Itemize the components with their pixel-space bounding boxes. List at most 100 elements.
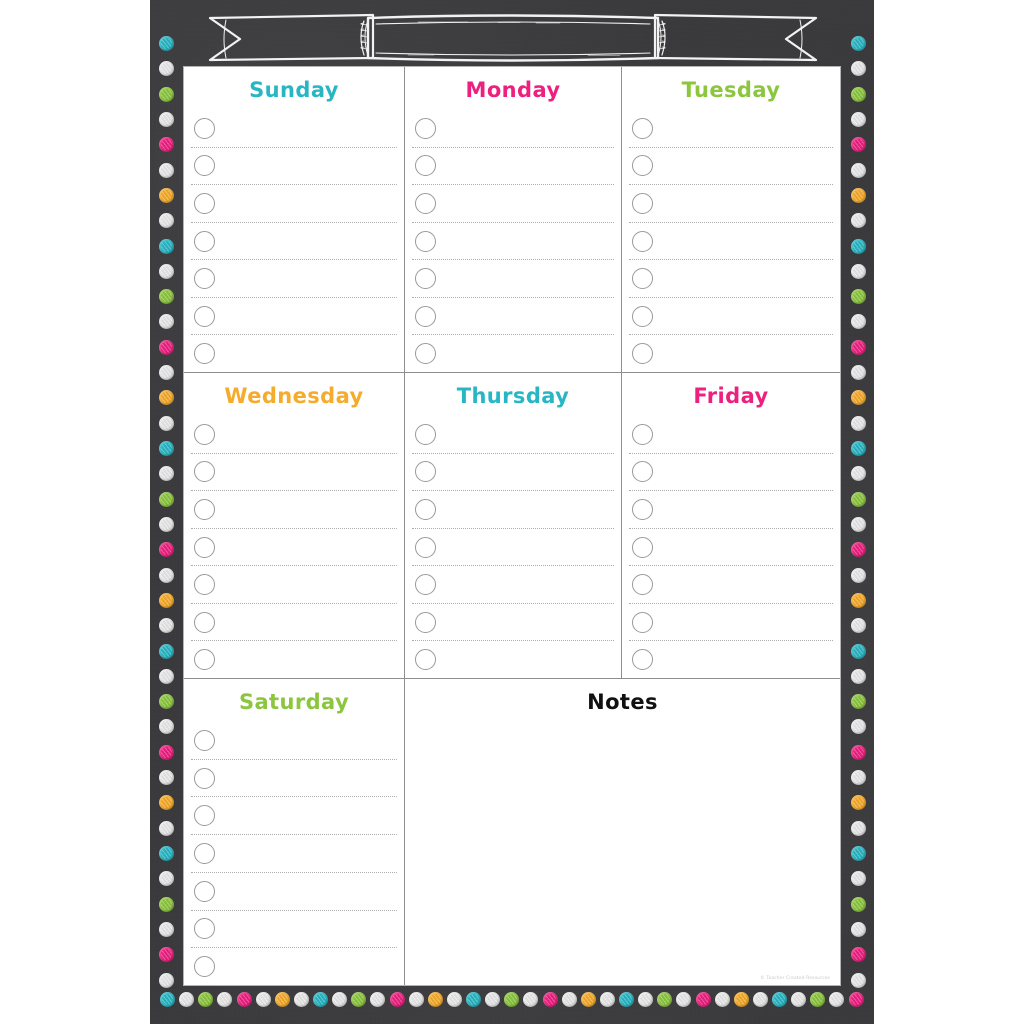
checkbox-circle-icon[interactable] <box>194 574 215 596</box>
task-write-line[interactable] <box>215 722 397 759</box>
task-row[interactable] <box>629 260 833 298</box>
checkbox-circle-icon[interactable] <box>632 498 653 520</box>
task-write-line[interactable] <box>215 491 397 528</box>
task-write-line[interactable] <box>436 641 614 678</box>
task-write-line[interactable] <box>653 223 833 260</box>
checkbox-circle-icon[interactable] <box>632 574 653 596</box>
checkbox-circle-icon[interactable] <box>415 461 436 483</box>
checkbox-circle-icon[interactable] <box>415 423 436 445</box>
task-write-line[interactable] <box>436 185 614 222</box>
day-cell-tuesday[interactable]: Tuesday <box>622 67 840 372</box>
task-row[interactable] <box>412 223 614 261</box>
day-cell-friday[interactable]: Friday <box>622 373 840 678</box>
checkbox-circle-icon[interactable] <box>194 117 215 139</box>
task-write-line[interactable] <box>215 948 397 985</box>
task-row[interactable] <box>412 416 614 454</box>
notes-cell[interactable]: Notes <box>405 679 840 985</box>
task-write-line[interactable] <box>215 566 397 603</box>
task-row[interactable] <box>412 529 614 567</box>
day-cell-thursday[interactable]: Thursday <box>405 373 622 678</box>
task-row[interactable] <box>412 566 614 604</box>
task-row[interactable] <box>629 566 833 604</box>
task-write-line[interactable] <box>436 604 614 641</box>
checkbox-circle-icon[interactable] <box>415 343 436 365</box>
task-row[interactable] <box>412 454 614 492</box>
task-row[interactable] <box>629 454 833 492</box>
task-row[interactable] <box>191 911 397 949</box>
task-write-line[interactable] <box>215 416 397 453</box>
task-row[interactable] <box>191 416 397 454</box>
task-write-line[interactable] <box>215 335 397 372</box>
checkbox-circle-icon[interactable] <box>632 155 653 177</box>
task-write-line[interactable] <box>653 454 833 491</box>
task-write-line[interactable] <box>215 873 397 910</box>
checkbox-circle-icon[interactable] <box>415 498 436 520</box>
task-write-line[interactable] <box>215 604 397 641</box>
task-row[interactable] <box>191 641 397 678</box>
task-write-line[interactable] <box>215 835 397 872</box>
task-write-line[interactable] <box>653 298 833 335</box>
checkbox-circle-icon[interactable] <box>415 649 436 671</box>
task-write-line[interactable] <box>436 491 614 528</box>
task-write-line[interactable] <box>436 148 614 185</box>
task-write-line[interactable] <box>653 491 833 528</box>
checkbox-circle-icon[interactable] <box>194 880 215 902</box>
task-write-line[interactable] <box>215 911 397 948</box>
checkbox-circle-icon[interactable] <box>632 192 653 214</box>
day-cell-monday[interactable]: Monday <box>405 67 622 372</box>
day-cell-saturday[interactable]: Saturday <box>184 679 405 985</box>
task-row[interactable] <box>191 491 397 529</box>
task-write-line[interactable] <box>653 566 833 603</box>
task-row[interactable] <box>629 185 833 223</box>
task-row[interactable] <box>191 260 397 298</box>
task-row[interactable] <box>191 948 397 985</box>
task-write-line[interactable] <box>653 604 833 641</box>
checkbox-circle-icon[interactable] <box>632 268 653 290</box>
task-write-line[interactable] <box>436 529 614 566</box>
task-write-line[interactable] <box>215 641 397 678</box>
task-row[interactable] <box>191 529 397 567</box>
checkbox-circle-icon[interactable] <box>194 767 215 789</box>
checkbox-circle-icon[interactable] <box>632 461 653 483</box>
checkbox-circle-icon[interactable] <box>415 268 436 290</box>
task-row[interactable] <box>191 760 397 798</box>
task-write-line[interactable] <box>653 335 833 372</box>
day-cell-wednesday[interactable]: Wednesday <box>184 373 405 678</box>
task-write-line[interactable] <box>436 454 614 491</box>
checkbox-circle-icon[interactable] <box>194 649 215 671</box>
task-row[interactable] <box>629 529 833 567</box>
task-row[interactable] <box>412 604 614 642</box>
task-row[interactable] <box>191 298 397 336</box>
task-row[interactable] <box>191 148 397 186</box>
task-write-line[interactable] <box>653 185 833 222</box>
task-write-line[interactable] <box>653 416 833 453</box>
task-write-line[interactable] <box>215 110 397 147</box>
task-write-line[interactable] <box>215 760 397 797</box>
task-write-line[interactable] <box>436 566 614 603</box>
task-row[interactable] <box>629 298 833 336</box>
task-write-line[interactable] <box>436 223 614 260</box>
task-write-line[interactable] <box>215 454 397 491</box>
task-row[interactable] <box>412 335 614 372</box>
task-write-line[interactable] <box>653 110 833 147</box>
task-row[interactable] <box>629 110 833 148</box>
task-row[interactable] <box>412 148 614 186</box>
checkbox-circle-icon[interactable] <box>194 305 215 327</box>
checkbox-circle-icon[interactable] <box>194 498 215 520</box>
checkbox-circle-icon[interactable] <box>632 611 653 633</box>
task-row[interactable] <box>191 566 397 604</box>
task-write-line[interactable] <box>436 260 614 297</box>
task-row[interactable] <box>191 185 397 223</box>
checkbox-circle-icon[interactable] <box>194 611 215 633</box>
checkbox-circle-icon[interactable] <box>415 192 436 214</box>
task-row[interactable] <box>629 335 833 372</box>
checkbox-circle-icon[interactable] <box>194 956 215 978</box>
task-write-line[interactable] <box>653 260 833 297</box>
day-cell-sunday[interactable]: Sunday <box>184 67 405 372</box>
task-write-line[interactable] <box>653 529 833 566</box>
checkbox-circle-icon[interactable] <box>194 155 215 177</box>
checkbox-circle-icon[interactable] <box>194 268 215 290</box>
task-row[interactable] <box>629 641 833 678</box>
checkbox-circle-icon[interactable] <box>194 192 215 214</box>
task-row[interactable] <box>412 298 614 336</box>
